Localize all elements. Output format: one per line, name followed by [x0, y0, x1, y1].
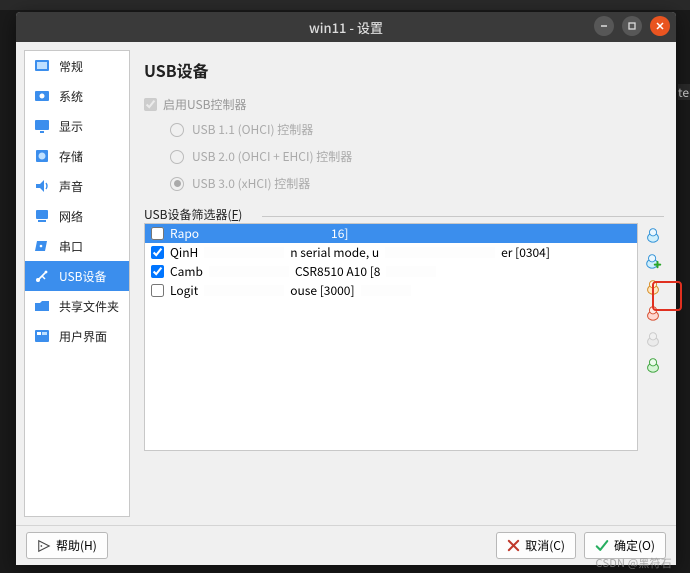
edit-filter-icon[interactable]	[643, 277, 663, 297]
close-button[interactable]	[650, 16, 670, 36]
filter-checkbox[interactable]	[151, 284, 164, 297]
remove-filter-icon[interactable]	[643, 303, 663, 323]
ui-icon	[33, 327, 51, 345]
window-title: win11 - 设置	[309, 18, 383, 37]
usb-controller-radio-2[interactable]: USB 3.0 (xHCI) 控制器	[170, 175, 668, 192]
enable-usb-checkbox-row[interactable]: 启用USB控制器	[144, 96, 668, 113]
watermark: CSDN @黑符石	[596, 555, 672, 571]
radio-icon	[170, 177, 184, 191]
add-from-device-filter-icon[interactable]	[643, 251, 663, 271]
sidebar-item-storage[interactable]: 存储	[25, 141, 129, 171]
usb-controller-radio-1[interactable]: USB 2.0 (OHCI + EHCI) 控制器	[170, 148, 668, 165]
usb-filter-row[interactable]: Rapo16]	[145, 224, 637, 243]
filter-toolbar	[642, 223, 664, 451]
sidebar-item-audio[interactable]: 声音	[25, 171, 129, 201]
usb-filter-row[interactable]: QinHn serial mode, uer [0304]	[145, 243, 637, 262]
serial-icon	[33, 237, 51, 255]
sidebar-item-system[interactable]: 系统	[25, 81, 129, 111]
usb-icon	[33, 267, 51, 285]
sidebar-item-ui[interactable]: 用户界面	[25, 321, 129, 351]
sidebar-item-serial[interactable]: 串口	[25, 231, 129, 261]
radio-icon	[170, 150, 184, 164]
usb-controller-radios: USB 1.1 (OHCI) 控制器 USB 2.0 (OHCI + EHCI) …	[170, 121, 668, 192]
add-empty-filter-icon[interactable]	[643, 225, 663, 245]
sidebar-item-general[interactable]: 常规	[25, 51, 129, 81]
minimize-button[interactable]	[594, 16, 614, 36]
settings-sidebar: 常规系统显示存储声音网络串口USB设备共享文件夹用户界面	[24, 50, 130, 517]
audio-icon	[33, 177, 51, 195]
usb-filter-list[interactable]: Rapo16]QinHn serial mode, uer [0304]Camb…	[144, 223, 638, 451]
radio-icon	[170, 123, 184, 137]
general-icon	[33, 57, 51, 75]
cancel-button[interactable]: 取消(C)	[496, 532, 576, 559]
sidebar-item-network[interactable]: 网络	[25, 201, 129, 231]
filter-fieldset-label: USB设备筛选器(F)	[144, 206, 664, 223]
move-filter-up-icon[interactable]	[643, 329, 663, 349]
settings-window: win11 - 设置 常规系统显示存储声音网络串口USB设备共享文件夹用户界面 …	[16, 12, 676, 565]
filter-checkbox[interactable]	[151, 227, 164, 240]
sidebar-item-shared[interactable]: 共享文件夹	[25, 291, 129, 321]
sidebar-item-usb[interactable]: USB设备	[25, 261, 129, 291]
help-icon	[37, 539, 51, 553]
display-icon	[33, 117, 51, 135]
filter-checkbox[interactable]	[151, 265, 164, 278]
network-icon	[33, 207, 51, 225]
filter-checkbox[interactable]	[151, 246, 164, 259]
page-title: USB设备	[144, 58, 668, 82]
usb-filter-row[interactable]: CambCSR8510 A10 [8	[145, 262, 637, 281]
usb-controller-radio-0[interactable]: USB 1.1 (OHCI) 控制器	[170, 121, 668, 138]
dialog-footer: 帮助(H) 取消(C) 确定(O)	[16, 525, 676, 565]
move-filter-down-icon[interactable]	[643, 355, 663, 375]
sidebar-item-display[interactable]: 显示	[25, 111, 129, 141]
titlebar: win11 - 设置	[16, 12, 676, 42]
enable-usb-label: 启用USB控制器	[163, 96, 247, 113]
enable-usb-checkbox[interactable]	[144, 98, 157, 111]
usb-filter-row[interactable]: Logitouse [3000]	[145, 281, 637, 300]
ok-icon	[595, 539, 609, 552]
settings-main: USB设备 启用USB控制器 USB 1.1 (OHCI) 控制器 USB 2.0…	[134, 50, 668, 517]
help-button[interactable]: 帮助(H)	[26, 532, 108, 559]
maximize-button[interactable]	[622, 16, 642, 36]
cancel-icon	[507, 539, 520, 552]
storage-icon	[33, 147, 51, 165]
system-icon	[33, 87, 51, 105]
shared-icon	[33, 297, 51, 315]
